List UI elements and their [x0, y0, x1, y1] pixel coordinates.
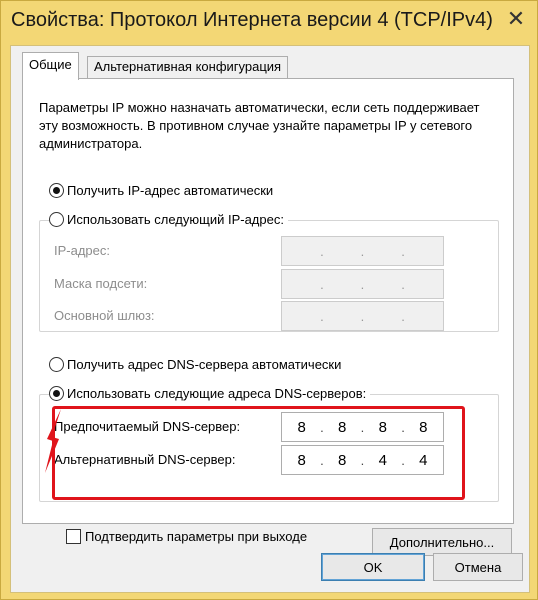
radio-dns-auto[interactable] — [49, 357, 64, 372]
radio-ip-auto[interactable] — [49, 183, 64, 198]
close-icon: ✕ — [506, 6, 526, 31]
preferred-dns-label: Предпочитаемый DNS-сервер: — [54, 419, 241, 434]
title-bar[interactable]: Свойства: Протокол Интернета версии 4 (T… — [1, 1, 538, 45]
dialog-window: Свойства: Протокол Интернета версии 4 (T… — [0, 0, 538, 600]
tab-alternate-config[interactable]: Альтернативная конфигурация — [87, 56, 289, 78]
radio-dns-manual-label: Использовать следующие адреса DNS-сервер… — [67, 386, 367, 401]
cancel-button[interactable]: Отмена — [433, 553, 523, 581]
validate-on-exit-checkbox[interactable] — [66, 529, 81, 544]
subnet-mask-field[interactable]: ... — [281, 269, 444, 299]
ip-address-field[interactable]: ... — [281, 236, 444, 266]
default-gateway-field[interactable]: ... — [281, 301, 444, 331]
subnet-mask-label: Маска подсети: — [54, 276, 148, 291]
radio-ip-auto-label: Получить IP-адрес автоматически — [67, 183, 274, 198]
preferred-dns-field[interactable]: 8. 8. 8. 8 — [281, 412, 444, 442]
tab-general[interactable]: Общие — [22, 52, 79, 80]
radio-dns-auto-row[interactable]: Получить адрес DNS-сервера автоматически — [49, 357, 346, 372]
alternate-dns-label: Альтернативный DNS-сервер: — [54, 452, 236, 467]
close-button[interactable]: ✕ — [501, 5, 531, 33]
validate-on-exit-row[interactable]: Подтвердить параметры при выходе — [66, 529, 307, 544]
default-gateway-label: Основной шлюз: — [54, 308, 155, 323]
ip-address-label: IP-адрес: — [54, 243, 110, 258]
red-arrow-icon — [45, 409, 61, 473]
radio-ip-auto-row[interactable]: Получить IP-адрес автоматически — [49, 183, 278, 198]
description-text: Параметры IP можно назначать автоматичес… — [39, 100, 480, 151]
radio-ip-manual-row[interactable]: Использовать следующий IP-адрес: — [49, 212, 288, 227]
alternate-dns-field[interactable]: 8. 8. 4. 4 — [281, 445, 444, 475]
radio-dns-manual[interactable] — [49, 386, 64, 401]
validate-on-exit-label: Подтвердить параметры при выходе — [85, 529, 308, 544]
advanced-button[interactable]: Дополнительно... — [372, 528, 512, 556]
radio-dns-auto-label: Получить адрес DNS-сервера автоматически — [67, 357, 342, 372]
radio-dns-manual-row[interactable]: Использовать следующие адреса DNS-сервер… — [49, 386, 371, 401]
window-title: Свойства: Протокол Интернета версии 4 (T… — [11, 9, 493, 31]
radio-ip-manual[interactable] — [49, 212, 64, 227]
radio-ip-manual-label: Использовать следующий IP-адрес: — [67, 212, 284, 227]
dialog-client-area: Общие Альтернативная конфигурация Параме… — [10, 45, 530, 593]
tab-panel-general: Параметры IP можно назначать автоматичес… — [22, 78, 514, 556]
ok-button[interactable]: OK — [321, 553, 425, 581]
